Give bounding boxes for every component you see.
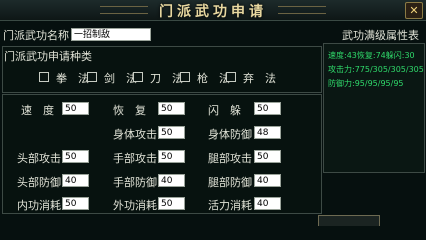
max-attr-title: 武功满级属性表	[342, 29, 419, 42]
leg-defense-input[interactable]: 40	[254, 174, 281, 187]
body-attack-label: 身体攻击	[113, 128, 157, 141]
skill-name-input[interactable]: 一招制敌	[71, 28, 151, 41]
hand-attack-label: 手部攻击	[113, 152, 157, 165]
skill-name-label: 门派武功名称	[3, 29, 69, 42]
category-checkbox-blade[interactable]	[133, 72, 143, 82]
vitality-cost-label: 活力消耗	[208, 199, 252, 212]
body-attack-input[interactable]: 50	[158, 126, 185, 139]
head-attack-label: 头部攻击	[17, 152, 61, 165]
bottom-button-edge[interactable]	[318, 215, 380, 226]
category-option-fist: 拳 法	[56, 72, 89, 85]
dodge-label: 闪 躲	[208, 104, 241, 117]
recover-input[interactable]: 50	[158, 102, 185, 115]
category-label: 门派武功申请种类	[4, 50, 92, 63]
leg-defense-label: 腿部防御	[208, 176, 252, 189]
recover-label: 恢 复	[113, 104, 146, 117]
category-checkbox-other[interactable]	[226, 72, 236, 82]
hand-defense-label: 手部防御	[113, 176, 157, 189]
max-attr-panel: 速度:43恢复:74躲闪:30 攻击力:775/305/305/305 防御力:…	[323, 43, 425, 173]
inner-cost-label: 内功消耗	[17, 199, 61, 212]
title-bar: 门派武功申请 ✕	[0, 0, 426, 21]
head-defense-input[interactable]: 40	[62, 174, 89, 187]
category-option-other: 弃 法	[243, 72, 276, 85]
inner-cost-input[interactable]: 50	[62, 197, 89, 210]
category-checkbox-sword[interactable]	[87, 72, 97, 82]
max-attr-line-speed: 速度:43恢复:74躲闪:30	[328, 51, 415, 60]
category-checkbox-fist[interactable]	[39, 72, 49, 82]
outer-cost-label: 外功消耗	[113, 199, 157, 212]
title-ornament-right	[278, 6, 326, 14]
outer-cost-input[interactable]: 50	[158, 197, 185, 210]
leg-attack-input[interactable]: 50	[254, 150, 281, 163]
head-attack-input[interactable]: 50	[62, 150, 89, 163]
max-attr-line-defense: 防御力:95/95/95/95	[328, 79, 404, 88]
hand-defense-input[interactable]: 40	[158, 174, 185, 187]
hand-attack-input[interactable]: 50	[158, 150, 185, 163]
category-option-blade: 刀 法	[150, 72, 183, 85]
dodge-input[interactable]: 50	[254, 102, 281, 115]
category-checkbox-spear[interactable]	[180, 72, 190, 82]
max-attr-line-attack: 攻击力:775/305/305/305	[328, 65, 424, 74]
body-defense-input[interactable]: 48	[254, 126, 281, 139]
speed-label: 速 度	[21, 104, 54, 117]
leg-attack-label: 腿部攻击	[208, 152, 252, 165]
speed-input[interactable]: 50	[62, 102, 89, 115]
window-title: 门派武功申请	[159, 4, 267, 20]
vitality-cost-input[interactable]: 40	[254, 197, 281, 210]
head-defense-label: 头部防御	[17, 176, 61, 189]
body-defense-label: 身体防御	[208, 128, 252, 141]
close-icon[interactable]: ✕	[405, 2, 423, 19]
